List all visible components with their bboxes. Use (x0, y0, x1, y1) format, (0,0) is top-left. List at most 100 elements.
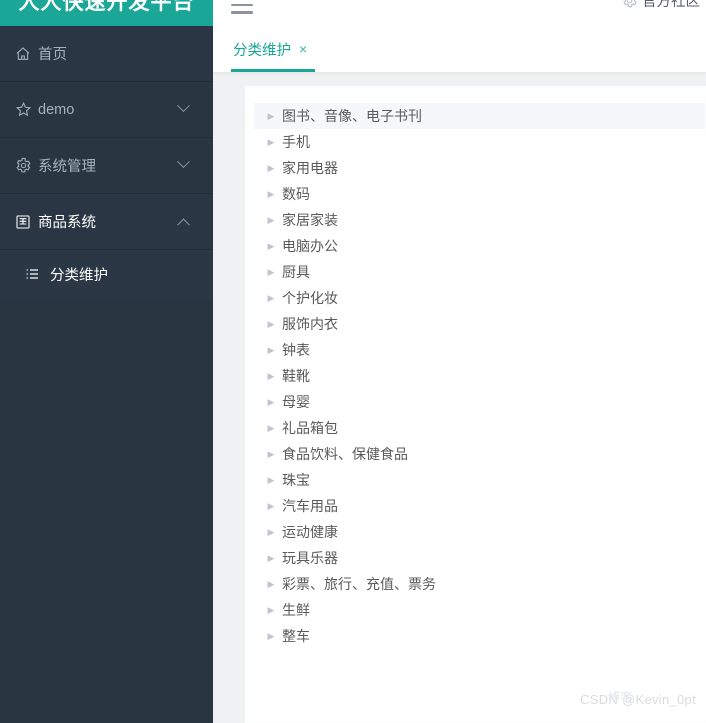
tree-node[interactable]: ▶ 食品饮料、保健食品 (254, 441, 705, 467)
expand-arrow-icon[interactable]: ▶ (262, 215, 280, 225)
community-link-label: 官方社区 (642, 0, 700, 10)
tree-node[interactable]: ▶ 数码 (254, 181, 705, 207)
expand-arrow-icon[interactable]: ▶ (262, 527, 280, 537)
tab-bar: 分类维护 × (213, 26, 706, 73)
tree-node[interactable]: ▶ 钟表 (254, 337, 705, 363)
brand-logo-text: 人人快速开发平台 (18, 0, 195, 14)
watermark-overlay: 博客 (607, 689, 633, 705)
expand-arrow-icon[interactable]: ▶ (262, 111, 280, 121)
window-icon (8, 214, 38, 230)
expand-arrow-icon[interactable]: ▶ (262, 319, 280, 329)
tree-node[interactable]: ▶ 母婴 (254, 389, 705, 415)
tree-node[interactable]: ▶ 厨具 (254, 259, 705, 285)
tree-node[interactable]: ▶ 汽车用品 (254, 493, 705, 519)
tree-node-label: 珠宝 (282, 472, 310, 488)
tree-node-label: 汽车用品 (282, 498, 338, 514)
expand-arrow-icon[interactable]: ▶ (262, 553, 280, 563)
topbar-actions: NEW 官方社区 NEW (621, 0, 700, 11)
tree-node[interactable]: ▶ 家居家装 (254, 207, 705, 233)
category-tree-card: ▶ 图书、音像、电子书刊 ▶ 手机 ▶ 家用电器 ▶ 数码 ▶ 家居家装 ▶ 电脑办公 ▶ 厨具 ▶ 个护化妆… (245, 86, 706, 723)
expand-arrow-icon[interactable]: ▶ (262, 631, 280, 641)
expand-arrow-icon[interactable]: ▶ (262, 475, 280, 485)
settings-button[interactable]: NEW (621, 0, 638, 9)
expand-arrow-icon[interactable]: ▶ (262, 345, 280, 355)
tree-node[interactable]: ▶ 珠宝 (254, 467, 705, 493)
content-area: ▶ 图书、音像、电子书刊 ▶ 手机 ▶ 家用电器 ▶ 数码 ▶ 家居家装 ▶ 电脑办公 ▶ 厨具 ▶ 个护化妆… (213, 73, 706, 723)
expand-arrow-icon[interactable]: ▶ (262, 293, 280, 303)
tree-node-label: 整车 (282, 628, 310, 644)
tree-node[interactable]: ▶ 礼品箱包 (254, 415, 705, 441)
sidebar: 人人快速开发平台 首页 demo 系统管理 商品系统 分类维护 (0, 0, 213, 723)
tree-node[interactable]: ▶ 手机 (254, 129, 705, 155)
tree-node-label: 鞋靴 (282, 368, 310, 384)
tree-node[interactable]: ▶ 玩具乐器 (254, 545, 705, 571)
tree-node-label: 彩票、旅行、充值、票务 (282, 576, 436, 592)
tree-node[interactable]: ▶ 图书、音像、电子书刊 (254, 103, 705, 129)
tree-node-label: 玩具乐器 (282, 550, 338, 566)
expand-arrow-icon[interactable]: ▶ (262, 397, 280, 407)
tree-node-label: 运动健康 (282, 524, 338, 540)
sidebar-item-product-system-label: 商品系统 (38, 215, 96, 231)
tree-node-label: 家用电器 (282, 160, 338, 176)
sidebar-item-system-management-label: 系统管理 (38, 159, 96, 175)
chevron-up-icon (177, 216, 191, 231)
sidebar-item-home-label: 首页 (38, 47, 67, 63)
expand-arrow-icon[interactable]: ▶ (262, 579, 280, 589)
watermark-text: CSDN @Kevin_0pt (580, 692, 696, 707)
category-tree: ▶ 图书、音像、电子书刊 ▶ 手机 ▶ 家用电器 ▶ 数码 ▶ 家居家装 ▶ 电脑办公 ▶ 厨具 ▶ 个护化妆… (246, 103, 705, 649)
sidebar-item-demo-label: demo (38, 101, 75, 118)
tree-node[interactable]: ▶ 服饰内衣 (254, 311, 705, 337)
tree-node[interactable]: ▶ 鞋靴 (254, 363, 705, 389)
tab-category-maintenance[interactable]: 分类维护 × (231, 26, 316, 72)
expand-arrow-icon[interactable]: ▶ (262, 163, 280, 173)
tree-node[interactable]: ▶ 运动健康 (254, 519, 705, 545)
expand-arrow-icon[interactable]: ▶ (262, 449, 280, 459)
tree-node-label: 食品饮料、保健食品 (282, 446, 408, 462)
hamburger-icon[interactable] (231, 0, 253, 19)
tree-node[interactable]: ▶ 电脑办公 (254, 233, 705, 259)
sidebar-item-home[interactable]: 首页 (0, 26, 213, 82)
sidebar-item-category-maintenance[interactable]: 分类维护 (0, 250, 213, 298)
watermark: CSDN @Kevin_0pt 博客 (580, 690, 696, 707)
chevron-down-icon (177, 98, 191, 116)
sidebar-item-product-system[interactable]: 商品系统 (0, 194, 213, 250)
tree-node-label: 生鲜 (282, 602, 310, 618)
tree-node-label: 数码 (282, 186, 310, 202)
brand-logo[interactable]: 人人快速开发平台 (0, 0, 213, 26)
tree-node[interactable]: ▶ 彩票、旅行、充值、票务 (254, 571, 705, 597)
expand-arrow-icon[interactable]: ▶ (262, 241, 280, 251)
expand-arrow-icon[interactable]: ▶ (262, 423, 280, 433)
expand-arrow-icon[interactable]: ▶ (262, 137, 280, 147)
tree-node-label: 服饰内衣 (282, 316, 338, 332)
tree-node-label: 母婴 (282, 394, 310, 410)
top-bar: NEW 官方社区 NEW (213, 0, 706, 26)
sidebar-item-category-maintenance-label: 分类维护 (50, 267, 108, 284)
close-icon[interactable]: × (299, 42, 307, 56)
sidebar-item-system-management[interactable]: 系统管理 (0, 138, 213, 194)
list-icon (24, 266, 50, 282)
home-icon (8, 46, 38, 62)
tree-node[interactable]: ▶ 整车 (254, 623, 705, 649)
tree-node-label: 家居家装 (282, 212, 338, 228)
tree-node[interactable]: ▶ 家用电器 (254, 155, 705, 181)
star-icon (8, 101, 38, 118)
expand-arrow-icon[interactable]: ▶ (262, 267, 280, 277)
tree-node-label: 个护化妆 (282, 290, 338, 306)
expand-arrow-icon[interactable]: ▶ (262, 371, 280, 381)
app-root: 人人快速开发平台 首页 demo 系统管理 商品系统 分类维护 官方社区 分类维… (0, 0, 706, 723)
chevron-down-icon (177, 154, 191, 172)
sidebar-submenu: 分类维护 (0, 250, 213, 299)
tree-node-label: 电脑办公 (282, 238, 338, 254)
tab-label: 分类维护 (233, 42, 291, 59)
expand-arrow-icon[interactable]: ▶ (262, 605, 280, 615)
community-link[interactable]: 官方社区 NEW (642, 0, 700, 11)
expand-arrow-icon[interactable]: ▶ (262, 501, 280, 511)
tree-node[interactable]: ▶ 个护化妆 (254, 285, 705, 311)
expand-arrow-icon[interactable]: ▶ (262, 189, 280, 199)
tree-node-label: 礼品箱包 (282, 420, 338, 436)
gear-icon (621, 0, 638, 9)
main-area: NEW 官方社区 NEW 分类维护 × ▶图书、音像、电子书刊▶手机▶家用电器▶… (213, 0, 706, 723)
sidebar-item-demo[interactable]: demo (0, 82, 213, 138)
tree-node[interactable]: ▶ 生鲜 (254, 597, 705, 623)
tree-node-label: 图书、音像、电子书刊 (282, 108, 422, 124)
